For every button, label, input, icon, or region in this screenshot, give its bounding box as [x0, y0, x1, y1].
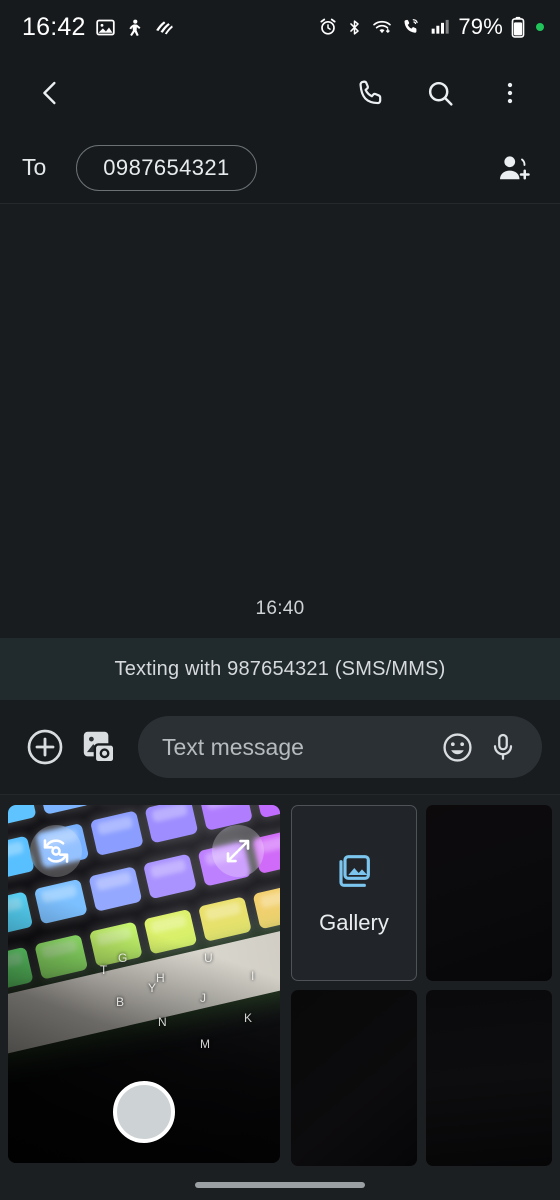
camera-viewfinder[interactable]: T Y U I G H J K B N M [8, 805, 280, 1163]
attachment-thumbnail[interactable] [426, 990, 552, 1166]
key-legend: I [251, 969, 255, 983]
camera-flip-icon[interactable] [30, 825, 82, 877]
phone-icon[interactable] [342, 65, 398, 121]
key-legend: H [156, 971, 165, 985]
image-icon [95, 17, 116, 38]
recipient-chip[interactable]: 0987654321 [76, 144, 257, 191]
app-toolbar [0, 54, 560, 132]
attachment-thumbnail[interactable] [426, 805, 552, 981]
status-bar-clock: 16:42 [22, 12, 86, 41]
camera-shutter-button[interactable] [113, 1081, 175, 1143]
bluetooth-icon [346, 17, 363, 38]
key-legend: N [158, 1015, 167, 1029]
gesture-nav-pill[interactable] [195, 1182, 365, 1188]
motion-icon [153, 17, 175, 38]
key-legend: Y [148, 981, 157, 995]
message-input-placeholder[interactable]: Text message [162, 734, 434, 761]
key-legend: K [244, 1011, 253, 1025]
signal-icon [430, 17, 450, 37]
alarm-icon [318, 17, 338, 37]
recording-dot-icon [536, 23, 544, 31]
key-legend: G [118, 951, 128, 965]
emoji-smiley-icon[interactable] [434, 724, 480, 770]
messaging-app-screen: 16:42 79% To 0987654321 16:40 Texting wi… [0, 0, 560, 1200]
compose-bar: Text message [0, 700, 560, 795]
attachment-grid: Gallery [291, 805, 552, 1200]
microphone-icon[interactable] [480, 724, 526, 770]
status-bar-right: 79% [318, 14, 544, 40]
to-label: To [22, 154, 47, 180]
sms-type-banner: Texting with 987654321 (SMS/MMS) [0, 638, 560, 700]
gallery-camera-icon[interactable] [72, 720, 126, 774]
key-legend: M [200, 1037, 210, 1051]
figure-icon [125, 17, 144, 38]
status-bar: 16:42 79% [0, 0, 560, 54]
wifi-calling-icon [401, 17, 422, 37]
recipient-row: To 0987654321 [0, 132, 560, 204]
message-timestamp: 16:40 [255, 598, 305, 619]
message-thread: 16:40 [0, 204, 560, 638]
expand-arrows-icon[interactable] [212, 825, 264, 877]
attachment-thumbnail[interactable] [291, 990, 417, 1166]
gallery-button[interactable]: Gallery [291, 805, 417, 981]
photo-library-icon [334, 851, 374, 896]
battery-icon [511, 16, 525, 38]
key-legend: U [204, 951, 213, 965]
battery-percent-label: 79% [458, 14, 503, 39]
search-icon[interactable] [412, 65, 468, 121]
status-bar-left: 16:42 [22, 13, 175, 42]
gallery-label: Gallery [319, 909, 389, 935]
back-chevron-icon[interactable] [22, 65, 78, 121]
add-person-icon[interactable] [490, 144, 538, 192]
more-vertical-icon[interactable] [482, 65, 538, 121]
attachment-panel: T Y U I G H J K B N M Gallery [0, 795, 560, 1200]
key-legend: T [100, 963, 108, 977]
gesture-nav-bar [0, 1170, 560, 1200]
message-input-wrapper[interactable]: Text message [138, 716, 542, 778]
plus-circle-icon[interactable] [18, 720, 72, 774]
key-legend: B [116, 995, 125, 1009]
wifi-icon [371, 17, 393, 37]
key-legend: J [200, 991, 206, 1005]
